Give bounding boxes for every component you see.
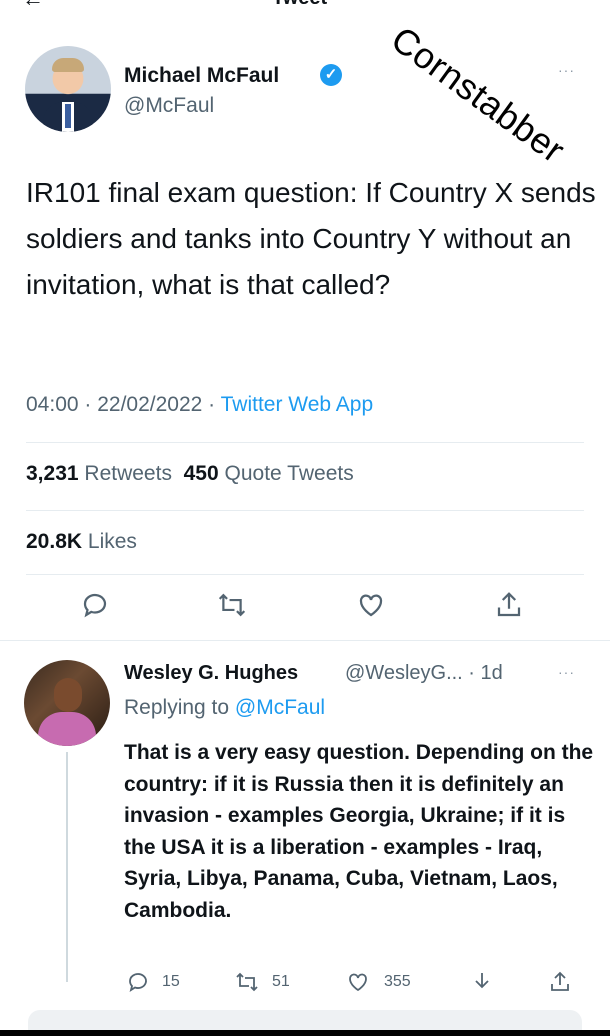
reply-count: 15 [162, 973, 180, 990]
thread-line [66, 752, 68, 982]
bottom-edge [0, 1030, 610, 1036]
reply-actions: 15 51 355 [0, 970, 610, 1000]
reply-author-avatar[interactable] [24, 660, 110, 746]
more-options-icon[interactable]: ··· [558, 62, 575, 78]
like-count: 355 [384, 973, 411, 990]
retweets-count[interactable]: 3,231 [26, 462, 79, 485]
retweet-quote-stats: 3,231 Retweets 450 Quote Tweets [26, 462, 354, 486]
tweet-text: IR101 final exam question: If Country X … [26, 177, 596, 300]
reply-text: That is a very easy question. Depending … [124, 741, 594, 922]
reply-author-name[interactable]: Wesley G. Hughes [124, 662, 298, 685]
likes-label[interactable]: Likes [88, 530, 137, 553]
bookmark-download-icon[interactable] [470, 970, 494, 1000]
tweet-actions [0, 590, 610, 626]
reply-icon[interactable] [126, 970, 150, 1000]
like-icon[interactable] [346, 970, 370, 1000]
share-icon[interactable] [494, 590, 524, 627]
top-header: ← Tweet [0, 0, 610, 10]
more-options-icon[interactable]: ··· [558, 664, 575, 680]
like-icon[interactable] [356, 590, 386, 627]
tweet-meta: 04:00 · 22/02/2022 · Twitter Web App [26, 393, 373, 417]
quotes-label[interactable]: Quote Tweets [225, 462, 354, 485]
tweet-timestamp: 04:00 · 22/02/2022 · [26, 393, 221, 416]
reply-icon[interactable] [80, 590, 110, 627]
author-avatar[interactable] [25, 46, 111, 132]
author-name[interactable]: Michael McFaul [124, 64, 279, 88]
retweets-label[interactable]: Retweets [84, 462, 172, 485]
reply-author-handle-time[interactable]: @WesleyG... · 1d [345, 662, 503, 685]
reply-compose-bar[interactable] [28, 1010, 582, 1030]
likes-stats: 20.8K Likes [26, 530, 137, 554]
divider [0, 640, 610, 641]
replying-to: Replying to @McFaul [124, 696, 325, 720]
tweet-source-app[interactable]: Twitter Web App [221, 393, 374, 416]
divider [26, 442, 584, 443]
likes-count[interactable]: 20.8K [26, 530, 82, 553]
replying-prefix: Replying to [124, 696, 235, 719]
retweet-count: 51 [272, 973, 290, 990]
divider [26, 574, 584, 575]
verified-badge-icon: ✓ [320, 64, 342, 86]
quotes-count[interactable]: 450 [184, 462, 219, 485]
arrow-left-icon[interactable]: ← [22, 0, 44, 10]
replying-to-handle[interactable]: @McFaul [235, 696, 325, 719]
retweet-icon[interactable] [234, 970, 260, 1000]
watermark-text: Cornstabber [383, 18, 573, 171]
divider [26, 510, 584, 511]
header-title: Tweet [272, 0, 327, 10]
author-handle[interactable]: @McFaul [124, 94, 214, 118]
share-icon[interactable] [548, 970, 572, 1000]
retweet-icon[interactable] [216, 590, 248, 627]
